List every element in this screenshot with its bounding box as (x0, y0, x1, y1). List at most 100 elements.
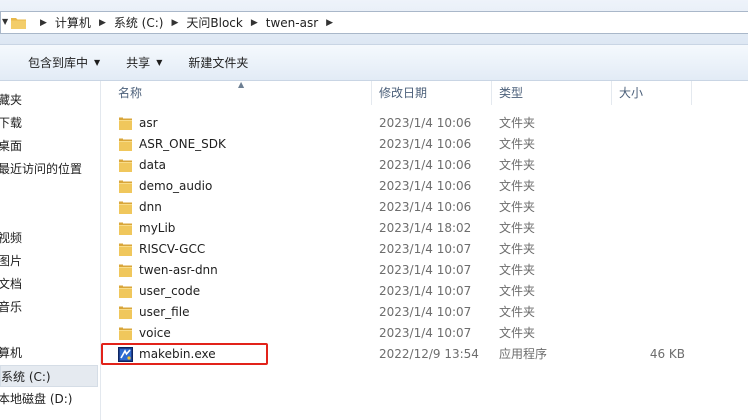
chevron-down-icon[interactable]: ▼ (2, 17, 8, 26)
folder-icon (119, 138, 132, 151)
new-folder-button[interactable]: 新建文件夹 (184, 54, 252, 71)
column-divider[interactable] (371, 81, 372, 105)
file-row[interactable]: makebin.exe 2022/12/9 13:54 应用程序 46 KB (101, 344, 748, 365)
share-label: 共享 (126, 56, 151, 70)
breadcrumb-system-c[interactable]: 系统 (C:) (111, 14, 167, 31)
file-row[interactable]: voice 2023/1/4 10:07 文件夹 (101, 323, 748, 344)
breadcrumb-arrow-icon[interactable]: ▶ (99, 18, 106, 28)
file-row[interactable]: dnn 2023/1/4 10:06 文件夹 (101, 197, 748, 218)
nav-item-videos[interactable]: 视频 (0, 227, 22, 249)
file-date: 2023/1/4 10:06 (379, 116, 472, 130)
chevron-down-icon: ▼ (94, 58, 101, 67)
file-date: 2023/1/4 18:02 (379, 221, 472, 235)
nav-item-downloads[interactable]: 下载 (0, 112, 22, 134)
breadcrumb-arrow-icon[interactable]: ▶ (40, 18, 47, 28)
include-in-library-label: 包含到库中 (28, 56, 89, 70)
breadcrumb-computer[interactable]: 计算机 (52, 14, 94, 31)
file-name: user_file (139, 305, 190, 319)
include-in-library-button[interactable]: 包含到库中 ▼ (24, 54, 104, 71)
column-header-type[interactable]: 类型 (499, 81, 523, 105)
nav-item-music[interactable]: 音乐 (0, 296, 22, 318)
file-type: 文件夹 (499, 200, 536, 214)
nav-item-system-c[interactable]: 系统 (C:) (0, 365, 98, 387)
navigation-pane: 藏夹 下载 桌面 最近访问的位置 视频 图片 文档 音乐 算机 系统 (C:) … (0, 81, 101, 420)
file-name: asr (139, 116, 158, 130)
file-size (621, 239, 685, 260)
column-header-size[interactable]: 大小 (619, 81, 643, 105)
file-type: 文件夹 (499, 305, 536, 319)
file-row[interactable]: myLib 2023/1/4 18:02 文件夹 (101, 218, 748, 239)
file-size (621, 134, 685, 155)
file-date: 2023/1/4 10:07 (379, 284, 472, 298)
file-row[interactable]: RISCV-GCC 2023/1/4 10:07 文件夹 (101, 239, 748, 260)
folder-icon (119, 243, 132, 256)
file-row[interactable]: asr 2023/1/4 10:06 文件夹 (101, 113, 748, 134)
sort-ascending-icon: ▲ (238, 80, 245, 89)
file-name: makebin.exe (139, 347, 216, 361)
breadcrumb-arrow-icon[interactable]: ▶ (251, 18, 258, 28)
chevron-down-icon: ▼ (156, 58, 163, 67)
file-row[interactable]: user_file 2023/1/4 10:07 文件夹 (101, 302, 748, 323)
file-size (621, 260, 685, 281)
file-date: 2023/1/4 10:07 (379, 305, 472, 319)
nav-item-computer[interactable]: 算机 (0, 342, 22, 364)
file-name: dnn (139, 200, 162, 214)
file-date: 2023/1/4 10:07 (379, 263, 472, 277)
nav-item-recent-places[interactable]: 最近访问的位置 (0, 158, 82, 180)
file-size (621, 197, 685, 218)
file-size (621, 155, 685, 176)
file-name: demo_audio (139, 179, 213, 193)
nav-item-documents[interactable]: 文档 (0, 273, 22, 295)
nav-item-pictures[interactable]: 图片 (0, 250, 22, 272)
file-row[interactable]: demo_audio 2023/1/4 10:06 文件夹 (101, 176, 748, 197)
folder-icon (119, 159, 132, 172)
file-type: 文件夹 (499, 263, 536, 277)
breadcrumb-twen-asr[interactable]: twen-asr (263, 16, 321, 30)
file-size (621, 113, 685, 134)
nav-item-desktop[interactable]: 桌面 (0, 135, 22, 157)
file-name: user_code (139, 284, 201, 298)
file-row[interactable]: ASR_ONE_SDK 2023/1/4 10:06 文件夹 (101, 134, 748, 155)
file-size (621, 176, 685, 197)
file-row[interactable]: data 2023/1/4 10:06 文件夹 (101, 155, 748, 176)
file-name: voice (139, 326, 171, 340)
nav-item-favorites[interactable]: 藏夹 (0, 89, 22, 111)
file-type: 文件夹 (499, 242, 536, 256)
column-header-name[interactable]: 名称 (118, 81, 142, 105)
nav-item-label: 系统 (C:) (1, 370, 51, 384)
breadcrumb-arrow-icon[interactable]: ▶ (171, 18, 178, 28)
file-name: data (139, 158, 167, 172)
file-date: 2023/1/4 10:06 (379, 200, 472, 214)
column-header-date[interactable]: 修改日期 (379, 81, 427, 105)
file-type: 文件夹 (499, 221, 536, 235)
file-date: 2023/1/4 10:06 (379, 158, 472, 172)
file-type: 文件夹 (499, 137, 536, 151)
file-size (621, 218, 685, 239)
file-type: 文件夹 (499, 158, 536, 172)
breadcrumb-tianwen-block[interactable]: 天问Block (183, 14, 245, 31)
folder-icon (119, 327, 132, 340)
file-name: myLib (139, 221, 176, 235)
folder-icon (119, 306, 132, 319)
column-divider[interactable] (691, 81, 692, 105)
breadcrumb-arrow-icon[interactable]: ▶ (326, 18, 333, 28)
file-row[interactable]: user_code 2023/1/4 10:07 文件夹 (101, 281, 748, 302)
folder-icon (11, 18, 26, 29)
share-button[interactable]: 共享 ▼ (122, 54, 166, 71)
folder-icon (119, 117, 132, 130)
file-type: 文件夹 (499, 179, 536, 193)
file-date: 2022/12/9 13:54 (379, 347, 479, 361)
new-folder-label: 新建文件夹 (188, 56, 249, 70)
file-type: 文件夹 (499, 116, 536, 130)
column-divider[interactable] (491, 81, 492, 105)
file-size (621, 302, 685, 323)
file-date: 2023/1/4 10:07 (379, 242, 472, 256)
file-name: twen-asr-dnn (139, 263, 218, 277)
address-bar[interactable]: ▼ ▶ 计算机 ▶ 系统 (C:) ▶ 天问Block ▶ twen-asr ▶ (0, 11, 748, 34)
file-row[interactable]: twen-asr-dnn 2023/1/4 10:07 文件夹 (101, 260, 748, 281)
column-divider[interactable] (611, 81, 612, 105)
address-bar-area: ▼ ▶ 计算机 ▶ 系统 (C:) ▶ 天问Block ▶ twen-asr ▶ (0, 0, 748, 45)
file-list: ▲ 名称 修改日期 类型 大小 asr 2023/1/4 10:06 文件夹 ASR_… (101, 80, 748, 420)
nav-item-local-disk-d[interactable]: 本地磁盘 (D:) (0, 388, 72, 410)
exe-icon (118, 347, 133, 362)
